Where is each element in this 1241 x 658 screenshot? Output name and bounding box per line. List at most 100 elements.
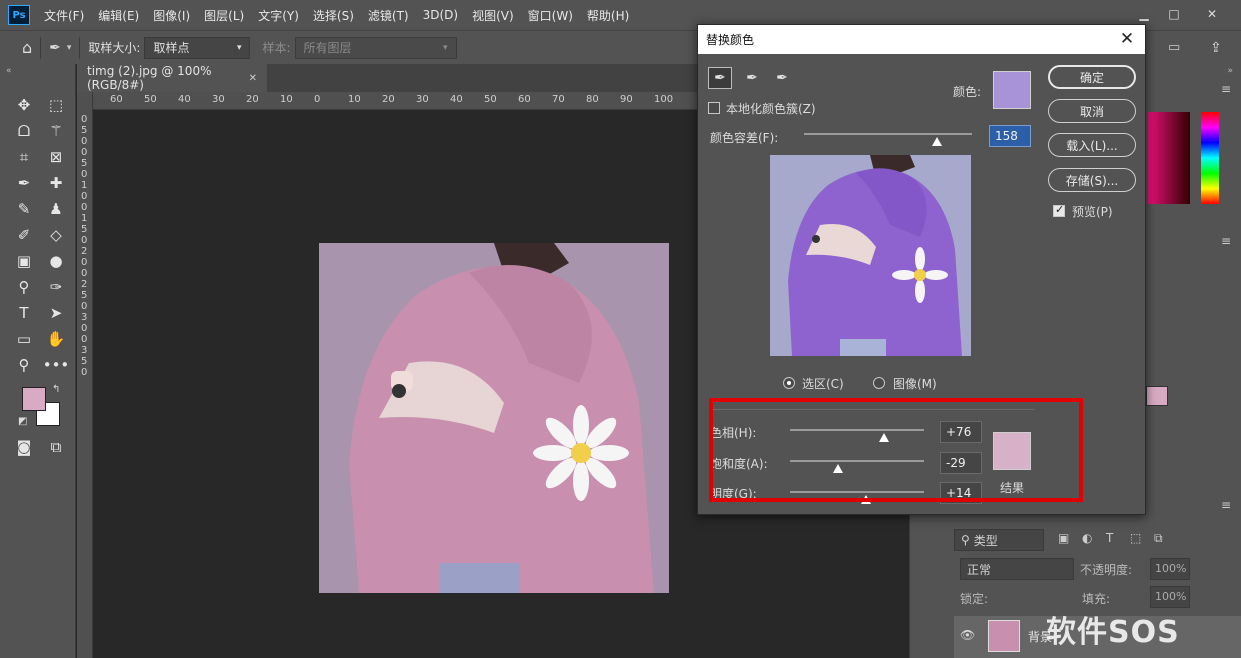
canvas-image[interactable] xyxy=(319,243,669,593)
brush-tool-icon[interactable]: ✎ xyxy=(12,198,36,220)
zoom-tool-icon[interactable]: ⚲ xyxy=(12,354,36,376)
localized-color-clusters-checkbox[interactable] xyxy=(708,102,720,114)
magic-wand-tool-icon[interactable]: ⚚ xyxy=(44,120,68,142)
load-button[interactable]: 载入(L)... xyxy=(1048,133,1136,157)
ruler-tick-label: 0 xyxy=(81,268,88,279)
healing-brush-icon[interactable]: ✚ xyxy=(44,172,68,194)
image-radio-label: 图像(M) xyxy=(893,377,937,391)
type-tool-icon[interactable]: T xyxy=(12,302,36,324)
workspace-icon[interactable]: ▭ xyxy=(1168,40,1180,55)
gradient-tool-icon[interactable]: ▣ xyxy=(12,250,36,272)
document-tab[interactable]: timg (2).jpg @ 100%(RGB/8#) ✕ xyxy=(77,64,267,92)
dodge-tool-icon[interactable]: ⚲ xyxy=(12,276,36,298)
rectangle-tool-icon[interactable]: ▭ xyxy=(12,328,36,350)
eraser-tool-icon[interactable]: ◇ xyxy=(44,224,68,246)
save-button[interactable]: 存储(S)... xyxy=(1048,168,1136,192)
collapse-panels-icon[interactable]: » xyxy=(1227,66,1233,76)
window-close-icon[interactable]: ✕ xyxy=(1204,6,1220,22)
default-colors-icon[interactable]: ◩ xyxy=(18,416,27,427)
eyedropper-tool-icon[interactable]: ✒ xyxy=(49,40,61,56)
pen-tool-icon[interactable]: ✑ xyxy=(44,276,68,298)
blur-tool-icon[interactable]: ● xyxy=(44,250,68,272)
eyedropper-plus-icon[interactable]: ✒ xyxy=(740,67,764,89)
more-tools-icon[interactable]: ••• xyxy=(43,354,70,376)
menu-view[interactable]: 视图(V) xyxy=(472,7,514,24)
screen-mode-icon[interactable]: ⧉ xyxy=(44,436,68,458)
menu-help[interactable]: 帮助(H) xyxy=(587,7,629,24)
eyedropper-icon[interactable]: ✒ xyxy=(12,172,36,194)
hue-strip[interactable] xyxy=(1201,112,1219,204)
quick-mask-icon[interactable]: ◙ xyxy=(12,436,36,458)
filter-smart-icon[interactable]: ⧉ xyxy=(1154,531,1163,546)
close-tab-icon[interactable]: ✕ xyxy=(249,73,257,84)
menu-window[interactable]: 窗口(W) xyxy=(528,7,573,24)
eyedropper-icon[interactable]: ✒ xyxy=(708,67,732,89)
menu-edit[interactable]: 编辑(E) xyxy=(98,7,139,24)
share-icon[interactable]: ⇪ xyxy=(1210,40,1222,56)
panel-menu-icon[interactable]: ≡ xyxy=(1221,82,1231,96)
layer-filter-value: 类型 xyxy=(973,533,998,548)
filter-shape-icon[interactable]: ⬚ xyxy=(1130,531,1141,545)
tolerance-field[interactable]: 158 xyxy=(989,125,1031,147)
fill-field[interactable]: 100% xyxy=(1150,586,1190,608)
preview-checkbox[interactable] xyxy=(1053,203,1065,217)
hand-tool-icon[interactable]: ✋ xyxy=(44,328,68,350)
visibility-eye-icon[interactable]: 👁 xyxy=(960,628,975,642)
eyedropper-minus-icon[interactable]: ✒ xyxy=(770,67,794,89)
selected-color-swatch[interactable] xyxy=(993,71,1031,109)
minimize-icon[interactable]: ▁ xyxy=(1136,6,1152,22)
ruler-tick-label: 50 xyxy=(144,94,157,105)
crop-tool-icon[interactable]: ⌗ xyxy=(12,146,36,168)
ruler-tick-label: 0 xyxy=(81,301,88,312)
menu-filter[interactable]: 滤镜(T) xyxy=(368,7,409,24)
blend-mode-select[interactable]: 正常 xyxy=(960,558,1074,580)
frame-tool-icon[interactable]: ⊠ xyxy=(44,146,68,168)
ruler-tick-label: 30 xyxy=(212,94,225,105)
color-swatch-small[interactable] xyxy=(1146,386,1168,406)
opacity-field[interactable]: 100% xyxy=(1150,558,1190,580)
photoshop-logo-icon: Ps xyxy=(8,5,30,25)
menu-type[interactable]: 文字(Y) xyxy=(258,7,299,24)
image-radio[interactable] xyxy=(873,377,885,389)
marquee-tool-icon[interactable]: ⬚ xyxy=(44,94,68,116)
ruler-tick-label: 10 xyxy=(348,94,361,105)
menu-select[interactable]: 选择(S) xyxy=(313,7,354,24)
selection-radio[interactable] xyxy=(783,377,795,389)
filter-pixel-icon[interactable]: ▣ xyxy=(1058,531,1069,545)
close-icon[interactable]: ✕ xyxy=(1117,29,1137,49)
layer-filter-select[interactable]: ⚲ 类型 xyxy=(954,529,1044,551)
collapse-icon[interactable]: « xyxy=(6,66,12,76)
filter-adjust-icon[interactable]: ◐ xyxy=(1082,531,1092,545)
selection-radio-label: 选区(C) xyxy=(802,377,844,391)
swap-colors-icon[interactable]: ↰ xyxy=(52,384,60,395)
chevron-down-icon[interactable]: ▾ xyxy=(67,43,72,53)
color-field[interactable] xyxy=(1148,112,1190,204)
stamp-tool-icon[interactable]: ♟ xyxy=(44,198,68,220)
menu-layer[interactable]: 图层(L) xyxy=(204,7,244,24)
tolerance-slider-track[interactable] xyxy=(804,133,972,135)
tolerance-slider-thumb[interactable] xyxy=(931,137,942,146)
sample-layers-select[interactable]: 所有图层 ▾ xyxy=(294,36,457,59)
menu-image[interactable]: 图像(I) xyxy=(153,7,190,24)
home-icon[interactable]: ⌂ xyxy=(22,38,32,57)
lasso-tool-icon[interactable]: ᗝ xyxy=(12,120,36,142)
ruler-tick-label: 5 xyxy=(81,158,88,169)
path-selection-icon[interactable]: ➤ xyxy=(44,302,68,324)
ruler-tick-label: 0 xyxy=(81,334,88,345)
panel-menu-icon[interactable]: ≡ xyxy=(1221,234,1231,248)
maximize-icon[interactable]: □ xyxy=(1166,6,1182,22)
ruler-tick-label: 0 xyxy=(81,169,88,180)
foreground-color-swatch[interactable] xyxy=(22,387,46,411)
lock-label: 锁定: xyxy=(960,592,989,606)
ruler-tick-label: 5 xyxy=(81,356,88,367)
sample-size-label: 取样大小: xyxy=(88,41,141,55)
menu-file[interactable]: 文件(F) xyxy=(44,7,84,24)
ok-button[interactable]: 确定 xyxy=(1048,65,1136,89)
menu-3d[interactable]: 3D(D) xyxy=(423,8,458,22)
filter-type-icon[interactable]: T xyxy=(1106,531,1113,545)
history-brush-icon[interactable]: ✐ xyxy=(12,224,36,246)
move-tool-icon[interactable]: ✥ xyxy=(12,94,36,116)
sample-size-select[interactable]: 取样点 ▾ xyxy=(144,36,251,59)
panel-menu-icon[interactable]: ≡ xyxy=(1221,498,1231,512)
cancel-button[interactable]: 取消 xyxy=(1048,99,1136,123)
